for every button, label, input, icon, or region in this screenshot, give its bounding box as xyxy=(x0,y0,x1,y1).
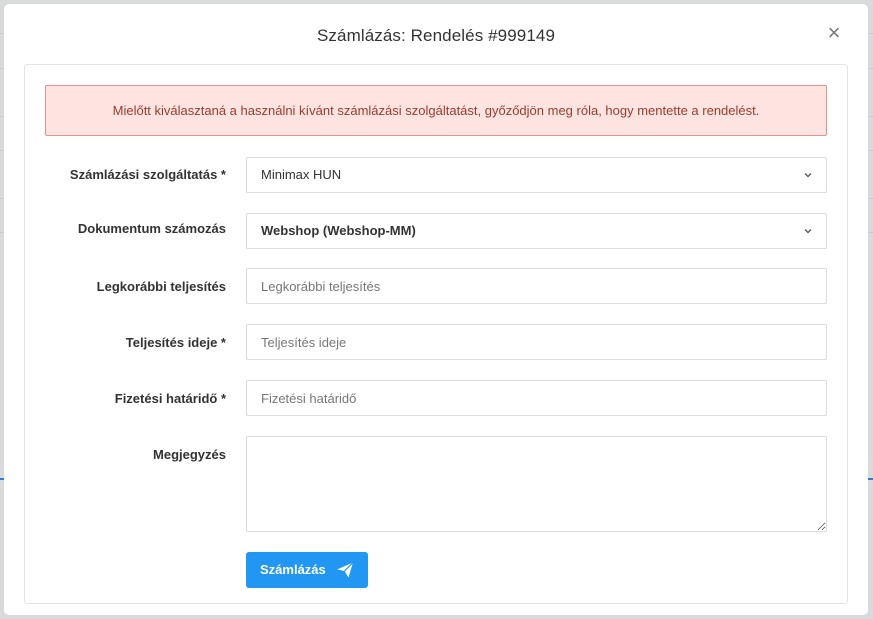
payment-deadline-input[interactable] xyxy=(246,380,827,416)
numbering-select-value: Webshop (Webshop-MM) xyxy=(261,223,416,238)
service-select[interactable]: Minimax HUN xyxy=(246,157,827,193)
close-button[interactable]: × xyxy=(822,22,846,46)
note-textarea[interactable] xyxy=(246,436,827,532)
numbering-select[interactable]: Webshop (Webshop-MM) xyxy=(246,213,827,249)
earliest-fulfillment-label: Legkorábbi teljesítés xyxy=(96,279,226,294)
service-select-value: Minimax HUN xyxy=(261,167,342,182)
invoice-submit-label: Számlázás xyxy=(260,562,326,577)
fulfillment-date-input[interactable] xyxy=(246,324,827,360)
note-label: Megjegyzés xyxy=(153,447,226,462)
chevron-down-icon xyxy=(804,229,812,234)
send-icon xyxy=(337,562,354,578)
chevron-down-icon xyxy=(804,173,812,178)
save-warning-alert: Mielőtt kiválasztaná a használni kívánt … xyxy=(45,85,827,136)
invoice-submit-button[interactable]: Számlázás xyxy=(246,552,368,588)
fulfillment-date-label: Teljesítés ideje * xyxy=(125,335,226,350)
numbering-label: Dokumentum számozás xyxy=(77,221,226,236)
close-icon: × xyxy=(827,20,841,45)
modal-header: Számlázás: Rendelés #999149 × xyxy=(4,4,868,66)
modal-title: Számlázás: Rendelés #999149 xyxy=(316,26,556,45)
invoice-modal: Számlázás: Rendelés #999149 × Mielőtt ki… xyxy=(4,4,868,615)
service-label: Számlázási szolgáltatás * xyxy=(69,167,226,182)
payment-deadline-label: Fizetési határidő * xyxy=(114,391,226,406)
earliest-fulfillment-input[interactable] xyxy=(246,268,827,304)
